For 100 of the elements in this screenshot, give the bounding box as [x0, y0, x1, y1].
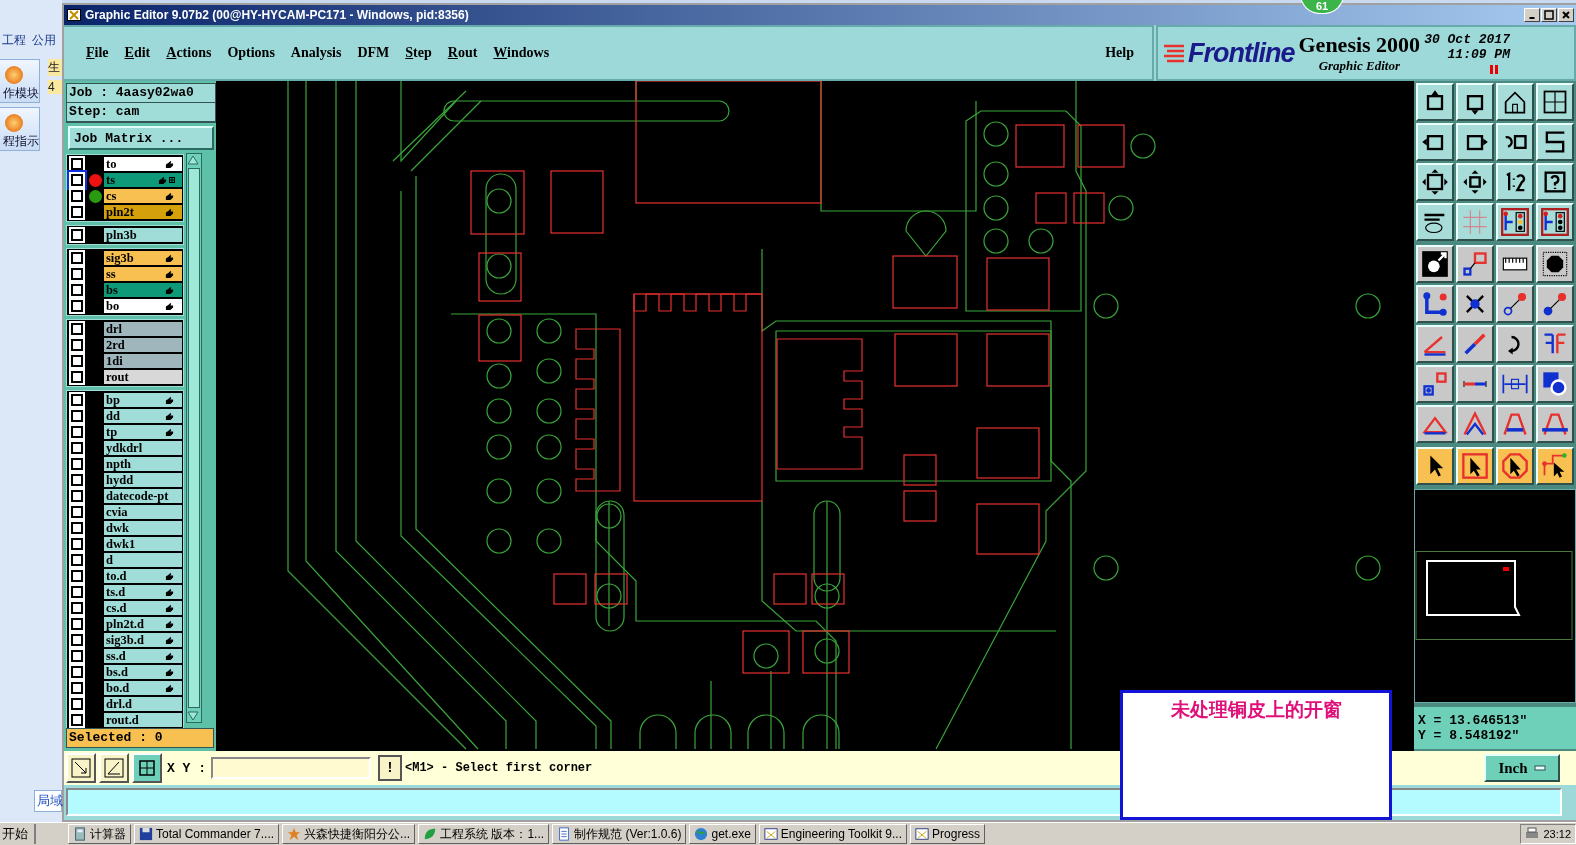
- layer-checkbox[interactable]: [71, 522, 83, 534]
- layer-name[interactable]: npth: [104, 457, 182, 471]
- tool-button[interactable]: [1536, 245, 1574, 283]
- layer-checkbox[interactable]: [71, 650, 83, 662]
- scrollbar[interactable]: [186, 153, 202, 723]
- layer-checkbox[interactable]: [71, 206, 83, 218]
- tool-button[interactable]: [1536, 163, 1574, 201]
- layer-checkbox[interactable]: [71, 458, 83, 470]
- layer-checkbox[interactable]: [71, 554, 83, 566]
- layer-checkbox[interactable]: [71, 190, 83, 202]
- layer-name[interactable]: 1di: [104, 354, 182, 368]
- menu-item[interactable]: DFM: [349, 41, 398, 65]
- layer-name[interactable]: datecode-pt: [104, 489, 182, 503]
- layer-checkbox[interactable]: [71, 371, 83, 383]
- layer-name[interactable]: cs: [104, 189, 182, 203]
- tool-button[interactable]: [1416, 447, 1454, 485]
- layer-name[interactable]: ydkdrl: [104, 441, 182, 455]
- tool-button[interactable]: [1416, 83, 1454, 121]
- tool-button[interactable]: [1416, 123, 1454, 161]
- layer-name[interactable]: bs: [104, 283, 182, 297]
- menu-item[interactable]: Windows: [485, 41, 558, 65]
- menu-item[interactable]: Step: [397, 41, 440, 65]
- layer-checkbox[interactable]: [71, 158, 83, 170]
- job-matrix-button[interactable]: Job Matrix ...: [68, 126, 214, 150]
- tool-button[interactable]: [1496, 163, 1534, 201]
- layer-name[interactable]: pln2t.d: [104, 617, 182, 631]
- layer-checkbox[interactable]: [71, 474, 83, 486]
- menu-item[interactable]: Analysis: [282, 41, 350, 65]
- tool-button[interactable]: [1496, 83, 1534, 121]
- layer-name[interactable]: cs.d: [104, 601, 182, 615]
- taskbar-item[interactable]: 计算器: [68, 824, 131, 844]
- tool-button[interactable]: [1416, 245, 1454, 283]
- tool-button[interactable]: [1456, 325, 1494, 363]
- layer-name[interactable]: drl: [104, 322, 182, 336]
- grid-button[interactable]: [132, 753, 162, 783]
- layer-checkbox[interactable]: [71, 355, 83, 367]
- tool-button[interactable]: [1496, 123, 1534, 161]
- layer-name[interactable]: pln2t: [104, 205, 182, 219]
- tool-button[interactable]: [1536, 365, 1574, 403]
- taskbar-item[interactable]: get.exe: [689, 824, 756, 844]
- layer-checkbox[interactable]: [71, 634, 83, 646]
- app-tab[interactable]: 局域: [34, 790, 62, 813]
- tool-button[interactable]: [1416, 405, 1454, 443]
- tool-button[interactable]: [1536, 203, 1574, 241]
- tool-button[interactable]: [1496, 447, 1534, 485]
- minimize-button[interactable]: [1524, 8, 1540, 22]
- layer-checkbox[interactable]: [71, 506, 83, 518]
- layer-checkbox[interactable]: [71, 268, 83, 280]
- layer-name[interactable]: ss.d: [104, 649, 182, 663]
- layer-name[interactable]: dwk: [104, 521, 182, 535]
- exclamation-button[interactable]: !: [378, 755, 402, 781]
- tool-button[interactable]: [1536, 83, 1574, 121]
- tool-button[interactable]: [1456, 285, 1494, 323]
- layer-name[interactable]: bs.d: [104, 665, 182, 679]
- layer-name[interactable]: tp: [104, 425, 182, 439]
- layer-name[interactable]: hydd: [104, 473, 182, 487]
- layer-checkbox[interactable]: [71, 323, 83, 335]
- help-menu[interactable]: Help: [1097, 41, 1142, 65]
- taskbar-item[interactable]: Engineering Toolkit 9...: [758, 824, 908, 844]
- module-button[interactable]: 程指示: [0, 107, 40, 151]
- tool-button[interactable]: [1416, 203, 1454, 241]
- tool-button[interactable]: [1496, 285, 1534, 323]
- layer-checkbox[interactable]: [71, 714, 83, 726]
- menu-item[interactable]: File: [78, 41, 117, 65]
- layer-checkbox[interactable]: [71, 300, 83, 312]
- tool-button[interactable]: [1536, 123, 1574, 161]
- tool-button[interactable]: [1456, 123, 1494, 161]
- tool-button[interactable]: [1416, 163, 1454, 201]
- layer-name[interactable]: 2rd: [104, 338, 182, 352]
- tool-button[interactable]: [1496, 203, 1534, 241]
- layer-checkbox[interactable]: [71, 698, 83, 710]
- layer-checkbox[interactable]: [71, 602, 83, 614]
- layer-name[interactable]: ss: [104, 267, 182, 281]
- angle-button[interactable]: [99, 753, 129, 783]
- tool-button[interactable]: [1496, 245, 1534, 283]
- tool-button[interactable]: [1536, 447, 1574, 485]
- coordinate-input[interactable]: [211, 757, 371, 779]
- tool-button[interactable]: [1456, 405, 1494, 443]
- layer-name[interactable]: drl.d: [104, 697, 182, 711]
- tool-button[interactable]: [1496, 325, 1534, 363]
- close-button[interactable]: [1558, 8, 1574, 22]
- layer-name[interactable]: rout.d: [104, 713, 182, 727]
- app-menu-item[interactable]: 工程: [2, 31, 26, 49]
- taskbar-item[interactable]: Progress: [910, 824, 986, 844]
- tool-button[interactable]: [1416, 285, 1454, 323]
- layer-checkbox[interactable]: [71, 410, 83, 422]
- up-arrow-icon[interactable]: [187, 154, 199, 166]
- layer-checkbox[interactable]: [71, 490, 83, 502]
- layer-name[interactable]: to.d: [104, 569, 182, 583]
- tool-button[interactable]: [1456, 203, 1494, 241]
- layer-name[interactable]: dd: [104, 409, 182, 423]
- layer-name[interactable]: pln3b: [104, 228, 182, 242]
- taskbar-item[interactable]: 制作规范 (Ver:1.0.6): [552, 824, 687, 844]
- layer-checkbox[interactable]: [71, 442, 83, 454]
- layer-name[interactable]: rout: [104, 370, 182, 384]
- layer-name[interactable]: sig3b.d: [104, 633, 182, 647]
- layer-checkbox[interactable]: [71, 666, 83, 678]
- layer-name[interactable]: bo.d: [104, 681, 182, 695]
- tool-button[interactable]: [1416, 325, 1454, 363]
- layer-checkbox[interactable]: [71, 229, 83, 241]
